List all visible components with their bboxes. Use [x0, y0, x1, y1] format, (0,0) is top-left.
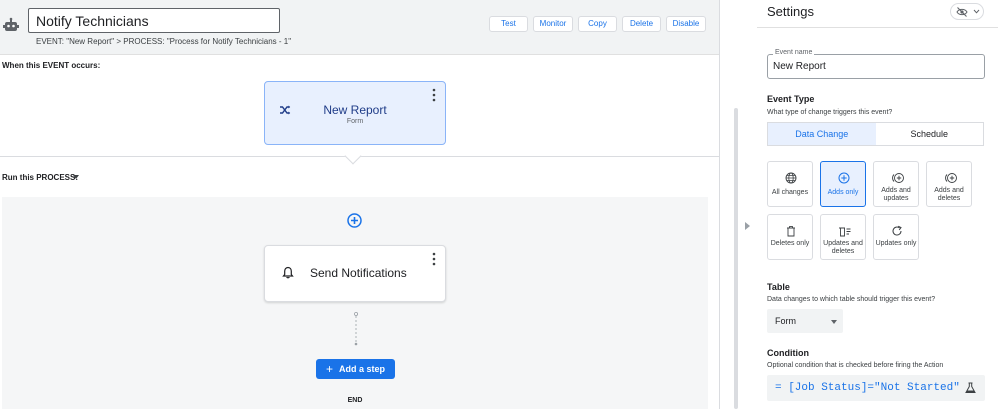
- tab-data-change[interactable]: Data Change: [768, 123, 876, 145]
- breadcrumb: EVENT: "New Report" > PROCESS: "Process …: [36, 37, 292, 46]
- divider-notch: [344, 147, 362, 165]
- event-name-label: Event name: [773, 49, 815, 56]
- option-label: Adds and updates: [881, 187, 911, 202]
- editor-header: EVENT: "New Report" > PROCESS: "Process …: [0, 0, 720, 55]
- add-step-button[interactable]: + Add a step: [316, 359, 395, 379]
- copy-button[interactable]: Copy: [578, 16, 617, 32]
- settings-title: Settings: [767, 4, 814, 19]
- caret-down-icon: [831, 320, 837, 324]
- visibility-toggle[interactable]: [950, 3, 984, 20]
- option-updates-only[interactable]: Updates only: [873, 214, 919, 260]
- option-deletes-only[interactable]: Deletes only: [767, 214, 813, 260]
- editor-scrollbar[interactable]: [734, 108, 738, 409]
- settings-separator: [757, 27, 998, 28]
- monitor-button[interactable]: Monitor: [533, 16, 573, 32]
- panel-edge: [719, 0, 720, 409]
- automation-editor: EVENT: "New Report" > PROCESS: "Process …: [0, 0, 720, 409]
- chevron-down-icon: [973, 9, 980, 14]
- condition-field[interactable]: = [Job Status]="Not Started": [767, 375, 985, 401]
- table-select-value: Form: [775, 316, 796, 326]
- event-section-label: When this EVENT occurs:: [2, 61, 101, 70]
- process-section-label: Run this PROCESS:: [2, 173, 79, 182]
- flask-icon[interactable]: [965, 382, 976, 394]
- update-delete-icon: [839, 227, 851, 237]
- process-dropdown-caret-icon[interactable]: [73, 175, 79, 179]
- event-name-input[interactable]: [768, 57, 982, 76]
- table-title: Table: [767, 282, 790, 292]
- globe-icon: [785, 172, 797, 184]
- tab-schedule[interactable]: Schedule: [876, 123, 984, 145]
- step-connector: [354, 312, 358, 346]
- bot-name-input[interactable]: [28, 8, 280, 33]
- event-more-icon[interactable]: [430, 88, 438, 102]
- event-card-subtitle: Form: [346, 118, 364, 125]
- condition-title: Condition: [767, 348, 809, 358]
- event-type-tabs: Data Change Schedule: [767, 122, 984, 146]
- bot-icon: [3, 17, 19, 31]
- step-card[interactable]: Send Notifications: [264, 245, 446, 302]
- option-label: All changes: [771, 189, 809, 196]
- table-desc: Data changes to which table should trigg…: [767, 296, 936, 303]
- option-label: Updates and deletes: [823, 240, 863, 255]
- eye-off-icon: [956, 7, 968, 17]
- option-updates-and-deletes[interactable]: Updates and deletes: [820, 214, 866, 260]
- option-adds-and-deletes[interactable]: Adds and deletes: [926, 161, 972, 207]
- add-step-label: Add a step: [339, 364, 386, 374]
- settings-panel: Settings Event name Event Type What type…: [757, 0, 998, 409]
- option-adds-only[interactable]: Adds only: [820, 161, 866, 207]
- expand-panel-arrow-icon[interactable]: [745, 222, 750, 230]
- event-type-title: Event Type: [767, 94, 815, 104]
- add-update-icon: [892, 173, 904, 183]
- condition-expression: = [Job Status]="Not Started": [775, 382, 960, 394]
- option-adds-and-updates[interactable]: Adds and updates: [873, 161, 919, 207]
- test-button[interactable]: Test: [489, 16, 528, 32]
- add-delete-icon: [945, 173, 957, 183]
- refresh-icon: [892, 225, 902, 236]
- table-select[interactable]: Form: [767, 309, 843, 333]
- add-circle-icon: [838, 172, 850, 184]
- add-step-circle-icon[interactable]: [347, 213, 362, 228]
- event-card[interactable]: New Report Form: [264, 81, 446, 145]
- option-all-changes[interactable]: All changes: [767, 161, 813, 207]
- event-type-desc: What type of change triggers this event?: [767, 109, 893, 116]
- option-label: Adds and deletes: [934, 187, 964, 202]
- condition-desc: Optional condition that is checked befor…: [767, 362, 944, 369]
- step-title: Send Notifications: [310, 266, 407, 280]
- option-label: Adds only: [827, 189, 859, 196]
- step-more-icon[interactable]: [430, 252, 438, 266]
- option-label: Updates only: [875, 240, 917, 247]
- event-card-title: New Report: [323, 103, 387, 117]
- delete-button[interactable]: Delete: [622, 16, 661, 32]
- end-label: END: [347, 397, 363, 404]
- bell-icon: [282, 266, 294, 279]
- disable-button[interactable]: Disable: [666, 16, 706, 32]
- option-label: Deletes only: [770, 240, 810, 247]
- trash-icon: [787, 226, 795, 237]
- plus-icon: +: [325, 362, 333, 376]
